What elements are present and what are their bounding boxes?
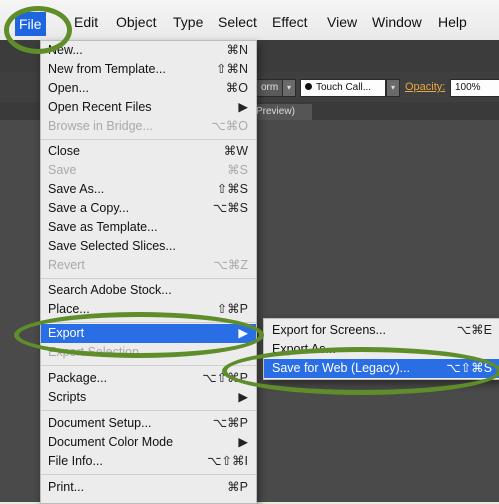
opacity-field[interactable]: 100% [450, 79, 499, 97]
menu-item-save-selected-slices[interactable]: Save Selected Slices... [41, 237, 256, 256]
menu-view[interactable]: View [327, 14, 357, 30]
submenu-item-export-for-screens[interactable]: Export for Screens... ⌥⌘E [264, 321, 499, 340]
menu-item-revert: Revert ⌥⌘Z [48, 258, 248, 272]
menu-item-document-setup[interactable]: Document Setup... ⌥⌘P [41, 414, 256, 433]
brush-label: Touch Call... [316, 82, 372, 93]
menu-item-save-a-copy[interactable]: Save a Copy... ⌥⌘S [41, 199, 256, 218]
menu-item-save-as[interactable]: Save As... ⇧⌘S [41, 180, 256, 199]
menu-item-export[interactable]: Export ▶ [41, 324, 256, 343]
menu-bar: File Edit Object Type Select Effect View… [0, 0, 499, 41]
menu-item-scripts[interactable]: Scripts ▶ [41, 388, 256, 407]
menu-item-package[interactable]: Package... ⌥⇧⌘P [41, 369, 256, 388]
menu-separator [41, 322, 256, 323]
menu-separator [41, 278, 256, 279]
menu-item-close[interactable]: Close ⌘W [41, 142, 256, 161]
menu-file[interactable]: File [15, 12, 46, 36]
menu-object[interactable]: Object [116, 14, 156, 30]
menu-edit[interactable]: Edit [74, 14, 98, 30]
menu-separator [41, 365, 256, 366]
menu-item-new-from-template[interactable]: New from Template... ⇧⌘N [41, 60, 256, 79]
menu-item-export-selection: Export Selection... [48, 345, 150, 359]
menu-item-place[interactable]: Place... ⇧⌘P [41, 300, 256, 319]
menu-item-search-adobe-stock[interactable]: Search Adobe Stock... [41, 281, 256, 300]
export-submenu: Export for Screens... ⌥⌘E Export As... Sa… [263, 318, 499, 380]
transform-dropdown[interactable]: ▾ [282, 79, 296, 97]
document-tab[interactable]: Preview) [252, 104, 312, 120]
menu-separator [41, 410, 256, 411]
submenu-item-export-as[interactable]: Export As... [264, 340, 499, 359]
opacity-label[interactable]: Opacity: [405, 81, 445, 93]
menu-item-document-color-mode[interactable]: Document Color Mode ▶ [41, 433, 256, 452]
file-menu: New... ⌘N New from Template... ⇧⌘N Open...… [40, 40, 257, 504]
menu-item-save-as-template[interactable]: Save as Template... [41, 218, 256, 237]
menu-type[interactable]: Type [173, 14, 203, 30]
brush-field[interactable]: Touch Call... [300, 79, 386, 97]
menu-item-save: Save ⌘S [48, 163, 248, 177]
menu-separator [41, 139, 256, 140]
menu-item-browse-bridge: Browse in Bridge... ⌥⌘O [48, 119, 248, 133]
menu-help[interactable]: Help [438, 14, 467, 30]
menu-separator [41, 474, 256, 475]
menu-item-print[interactable]: Print... ⌘P [41, 478, 256, 497]
menu-select[interactable]: Select [218, 14, 257, 30]
submenu-item-save-for-web-legacy[interactable]: Save for Web (Legacy)... ⌥⇧⌘S [264, 359, 499, 378]
menu-item-open-recent[interactable]: Open Recent Files ▶ [41, 98, 256, 117]
menu-item-new[interactable]: New... ⌘N [41, 41, 256, 60]
menu-item-open[interactable]: Open... ⌘O [41, 79, 256, 98]
brush-dropdown[interactable]: ▾ [386, 79, 400, 97]
menu-item-file-info[interactable]: File Info... ⌥⇧⌘I [41, 452, 256, 471]
menu-effect[interactable]: Effect [272, 14, 308, 30]
menu-window[interactable]: Window [372, 14, 422, 30]
brush-dot-icon [305, 83, 312, 90]
